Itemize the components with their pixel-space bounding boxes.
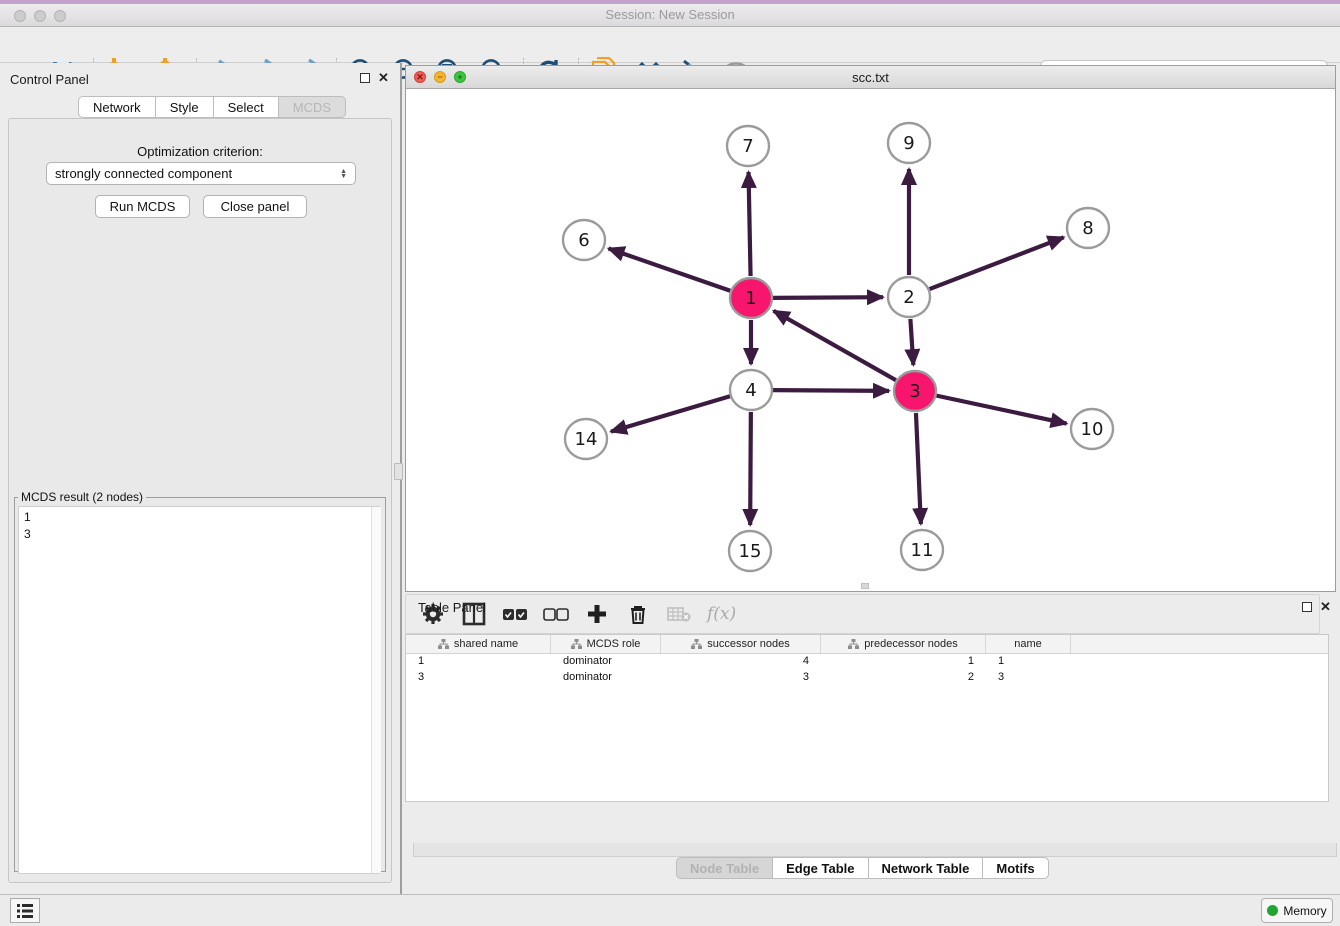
tab-select[interactable]: Select <box>214 96 279 118</box>
graph-edge-3-11[interactable] <box>916 413 921 524</box>
table-cell[interactable]: 3 <box>661 670 821 686</box>
mcds-result-group: MCDS result (2 nodes) 1 3 <box>14 490 386 872</box>
graph-edge-2-8[interactable] <box>930 237 1064 289</box>
result-scrollbar[interactable] <box>371 507 381 873</box>
graph-edge-3-10[interactable] <box>937 396 1067 424</box>
memory-button[interactable]: Memory <box>1261 898 1333 923</box>
graph-edge-4-15[interactable] <box>750 412 751 525</box>
table-cell[interactable]: 1 <box>406 654 551 670</box>
graph-node-label-15: 15 <box>739 541 762 562</box>
main-toolbar <box>0 27 1340 63</box>
canvas-grip[interactable] <box>861 583 869 589</box>
table-cell[interactable]: 4 <box>661 654 821 670</box>
table-panel: Table Panel ✕ f(x) shared nameMCDS roles… <box>405 594 1340 894</box>
column-header-predecessor-nodes[interactable]: predecessor nodes <box>821 635 986 653</box>
tab-network-table[interactable]: Network Table <box>869 857 984 879</box>
graph-node-label-11: 11 <box>911 540 934 561</box>
network-view-window: ✕ − + scc.txt 1 2 3 4 6 7 8 9 10 11 14 15 <box>405 65 1336 592</box>
close-panel-button[interactable]: Close panel <box>203 195 307 218</box>
table-tabs: Node Table Edge Table Network Table Moti… <box>676 857 1049 879</box>
app-titlebar: Session: New Session <box>0 0 1340 27</box>
table-panel-title: Table Panel <box>418 600 486 615</box>
table-body: 1dominator4113dominator323 <box>406 654 1328 686</box>
graph-node-label-3: 3 <box>909 381 920 402</box>
table-cell[interactable]: 3 <box>406 670 551 686</box>
tab-style[interactable]: Style <box>156 96 214 118</box>
graph-node-label-8: 8 <box>1082 218 1093 239</box>
table-scroll-strip[interactable] <box>413 843 1337 857</box>
graph-edge-1-6[interactable] <box>609 249 731 291</box>
session-title: Session: New Session <box>0 7 1340 22</box>
graph-node-label-10: 10 <box>1081 419 1104 440</box>
memory-label: Memory <box>1283 904 1326 918</box>
graph-node-label-14: 14 <box>575 429 598 450</box>
graph-edge-1-2[interactable] <box>773 297 883 298</box>
divider-grip[interactable] <box>394 463 403 480</box>
graph-edge-1-7[interactable] <box>749 172 751 276</box>
selected-option: strongly connected component <box>55 166 232 181</box>
float-panel-icon[interactable] <box>360 73 370 83</box>
graph-edge-4-14[interactable] <box>611 396 730 431</box>
close-panel-icon[interactable]: ✕ <box>378 73 389 83</box>
optimization-criterion-select[interactable]: strongly connected component ▲▼ <box>46 162 356 185</box>
graph-node-label-6: 6 <box>578 230 589 251</box>
tab-network[interactable]: Network <box>78 96 156 118</box>
graph-node-label-1: 1 <box>745 288 756 309</box>
memory-status-icon <box>1267 905 1278 916</box>
table-row-1[interactable]: 3dominator323 <box>406 670 1328 686</box>
table-cell[interactable]: 3 <box>986 670 1071 686</box>
titlebar-accent <box>0 0 1340 4</box>
graph-node-label-4: 4 <box>745 380 756 401</box>
control-panel: Control Panel ✕ Network Style Select MCD… <box>0 63 400 894</box>
deselect-all-columns-icon[interactable] <box>543 601 569 627</box>
mcds-result-text[interactable]: 1 3 <box>18 506 380 874</box>
graph-node-label-9: 9 <box>903 133 914 154</box>
control-panel-title: Control Panel <box>10 72 89 87</box>
graph-edge-4-3[interactable] <box>773 390 889 391</box>
delete-column-icon[interactable] <box>625 601 651 627</box>
mcds-panel-body: Optimization criterion: strongly connect… <box>8 118 392 883</box>
table-cell[interactable]: 1 <box>821 654 986 670</box>
graph-node-label-7: 7 <box>742 136 753 157</box>
table-cell[interactable]: 1 <box>986 654 1071 670</box>
mcds-result-title: MCDS result (2 nodes) <box>18 490 146 504</box>
add-column-icon[interactable] <box>584 601 610 627</box>
graph-edge-3-1[interactable] <box>774 311 896 380</box>
close-table-panel-icon[interactable]: ✕ <box>1320 602 1331 612</box>
graph-edge-2-3[interactable] <box>910 319 913 365</box>
column-header-shared-name[interactable]: shared name <box>406 635 551 653</box>
tab-edge-table[interactable]: Edge Table <box>773 857 868 879</box>
column-header-name[interactable]: name <box>986 635 1071 653</box>
table-cell[interactable]: 2 <box>821 670 986 686</box>
table-cell[interactable]: dominator <box>551 670 661 686</box>
tab-node-table[interactable]: Node Table <box>676 857 773 879</box>
delete-table-icon <box>666 601 692 627</box>
tab-mcds[interactable]: MCDS <box>279 96 346 118</box>
float-table-panel-icon[interactable] <box>1302 602 1312 612</box>
column-header-filler <box>1071 635 1328 653</box>
network-title: scc.txt <box>406 70 1335 85</box>
optimization-criterion-label: Optimization criterion: <box>9 144 391 159</box>
table-header-row: shared nameMCDS rolesuccessor nodesprede… <box>406 635 1328 654</box>
table-row-0[interactable]: 1dominator411 <box>406 654 1328 670</box>
table-toolbar: f(x) <box>405 594 1320 634</box>
select-all-columns-icon[interactable] <box>502 601 528 627</box>
column-header-successor-nodes[interactable]: successor nodes <box>661 635 821 653</box>
column-header-MCDS-role[interactable]: MCDS role <box>551 635 661 653</box>
function-builder-button: f(x) <box>707 604 736 624</box>
task-history-button[interactable] <box>10 898 40 923</box>
network-window-titlebar[interactable]: ✕ − + scc.txt <box>406 66 1335 89</box>
list-icon <box>17 904 33 918</box>
status-bar: Memory <box>0 894 1340 926</box>
select-stepper-icon: ▲▼ <box>340 169 347 179</box>
control-panel-tabs: Network Style Select MCDS <box>78 96 346 118</box>
tab-motifs[interactable]: Motifs <box>983 857 1048 879</box>
run-mcds-button[interactable]: Run MCDS <box>95 195 190 218</box>
network-graph-canvas[interactable]: 1 2 3 4 6 7 8 9 10 11 14 15 <box>406 89 1335 591</box>
node-table[interactable]: shared nameMCDS rolesuccessor nodesprede… <box>405 634 1329 802</box>
graph-node-label-2: 2 <box>903 287 914 308</box>
table-cell[interactable]: dominator <box>551 654 661 670</box>
